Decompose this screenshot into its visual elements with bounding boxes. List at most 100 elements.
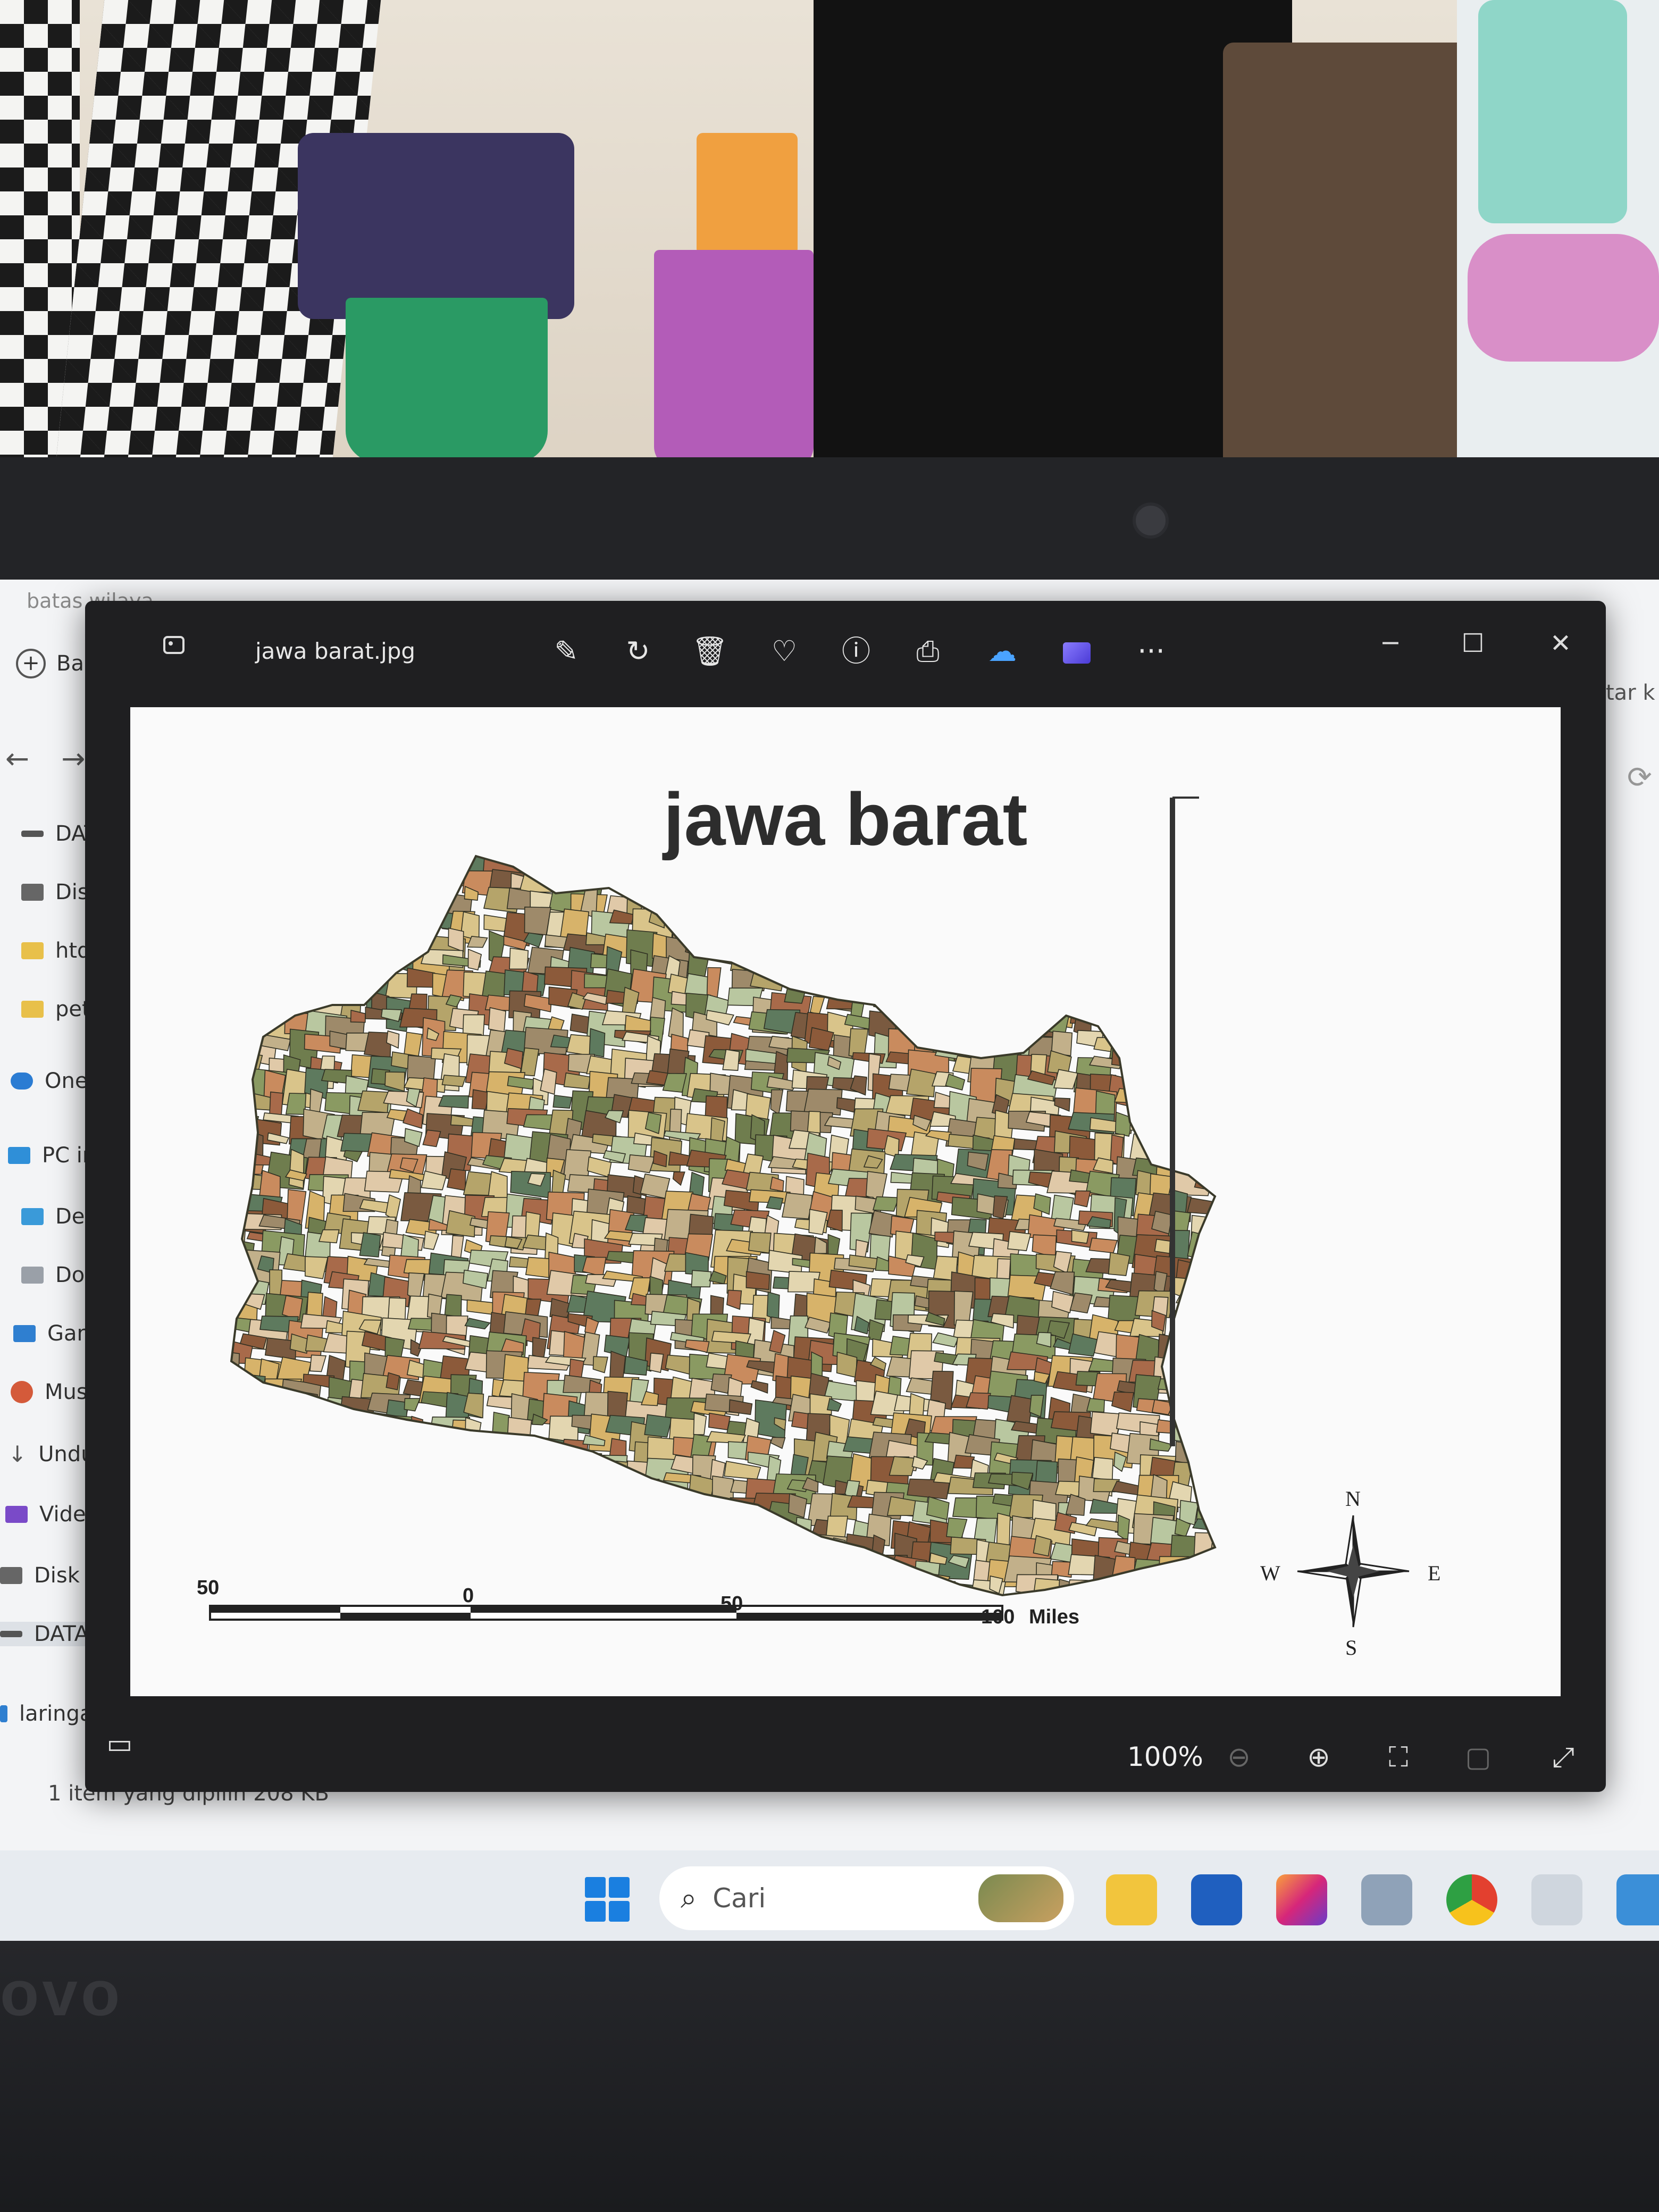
district-parcel [1169, 927, 1212, 958]
district-parcel [528, 1539, 544, 1565]
favorite-icon[interactable]: ♡ [766, 633, 803, 670]
district-parcel [769, 872, 795, 908]
district-parcel [1175, 1397, 1206, 1418]
district-parcel [1052, 988, 1095, 1010]
district-parcel [266, 1561, 290, 1593]
rotate-icon[interactable]: ↻ [619, 633, 657, 670]
district-parcel [1067, 889, 1096, 909]
district-parcel [347, 1478, 366, 1507]
district-parcel [301, 1537, 337, 1562]
actual-size-icon[interactable]: ▢ [1457, 1736, 1499, 1779]
photos-viewer-window: jawa barat.jpg ✎ ↻ 🗑 ♡ ⓘ ⎙ ☁ ··· ─ ☐ ✕ j… [85, 601, 1606, 1792]
more-icon[interactable]: ··· [1133, 633, 1170, 670]
district-parcel [380, 907, 404, 919]
district-parcel [548, 1560, 562, 1583]
district-parcel [746, 907, 783, 922]
district-parcel [542, 874, 582, 890]
address-text-fragment: tar k [1606, 681, 1655, 705]
district-parcel [1189, 1037, 1215, 1056]
keyboard-deck [0, 1941, 1659, 2212]
district-parcel [1149, 875, 1189, 888]
district-parcel [471, 1440, 487, 1459]
scale-label: 50 [720, 1593, 743, 1615]
district-parcel [265, 1415, 304, 1433]
district-parcel [1014, 914, 1039, 946]
district-parcel [429, 1519, 476, 1559]
maximize-button[interactable]: ☐ [1449, 622, 1497, 665]
district-parcel [1219, 1578, 1233, 1599]
district-parcel [824, 1558, 861, 1571]
onedrive-icon[interactable]: ☁ [984, 633, 1021, 670]
district-parcel [770, 1437, 786, 1449]
district-parcel [832, 933, 857, 970]
app-taskbar-icon[interactable] [1361, 1874, 1412, 1925]
district-parcel [346, 1453, 368, 1471]
district-parcel [386, 1372, 400, 1390]
district-parcel [1012, 953, 1041, 986]
zoom-level[interactable]: 100% [1127, 1741, 1203, 1772]
district-parcel [749, 936, 766, 975]
clipchamp-icon[interactable] [1058, 633, 1095, 670]
district-parcel [648, 1516, 666, 1546]
district-parcel [363, 1472, 383, 1497]
district-parcel [1096, 866, 1141, 885]
district-parcel [847, 888, 884, 921]
district-parcel [1219, 1351, 1249, 1384]
district-parcel [1090, 892, 1123, 926]
search-placeholder: Cari [713, 1883, 766, 1914]
district-parcel [828, 1578, 852, 1591]
photos-taskbar-icon[interactable] [1616, 1874, 1659, 1925]
district-parcel [365, 948, 405, 966]
nav-item[interactable]: ↓ Undu [8, 1441, 95, 1467]
edit-image-icon[interactable]: ✎ [548, 633, 585, 670]
nav-item[interactable]: Disk l [0, 1563, 93, 1588]
filmstrip-icon[interactable]: ▭ [98, 1723, 141, 1765]
district-parcel [571, 1535, 599, 1553]
district-parcel [383, 1500, 407, 1540]
district-parcel [1193, 1310, 1215, 1334]
district-parcel [271, 1460, 292, 1489]
search-tool-taskbar-icon[interactable] [1531, 1874, 1582, 1925]
close-button[interactable]: ✕ [1537, 622, 1585, 665]
district-parcel [967, 1014, 984, 1043]
delete-icon[interactable]: 🗑 [691, 633, 728, 670]
print-icon[interactable]: ⎙ [909, 633, 946, 670]
fullscreen-icon[interactable]: ⤢ [1542, 1736, 1585, 1779]
district-parcel [278, 967, 300, 1005]
word-taskbar-icon[interactable] [1191, 1874, 1242, 1925]
instagram-taskbar-icon[interactable] [1276, 1874, 1327, 1925]
district-parcel [1077, 955, 1110, 988]
district-parcel [505, 1492, 526, 1517]
nav-item[interactable]: laringa [0, 1702, 93, 1726]
district-parcel [1150, 1075, 1185, 1113]
district-parcel [710, 931, 737, 953]
district-parcel [282, 948, 305, 961]
district-parcel [1214, 1476, 1215, 1495]
district-parcel [423, 1539, 456, 1579]
refresh-icon[interactable]: ⟳ [1627, 760, 1652, 795]
chrome-taskbar-icon[interactable] [1446, 1874, 1497, 1925]
windows-start-icon[interactable] [585, 1877, 630, 1922]
info-icon[interactable]: ⓘ [837, 633, 875, 670]
file-explorer-taskbar-icon[interactable] [1106, 1874, 1157, 1925]
search-box[interactable]: ⌕ Cari [659, 1866, 1074, 1930]
music-icon [11, 1381, 33, 1403]
district-parcel [1037, 913, 1051, 940]
district-parcel [464, 1318, 491, 1330]
scale-label: 50 [197, 1577, 220, 1599]
district-parcel [231, 1070, 239, 1105]
minimize-button[interactable]: ─ [1367, 622, 1414, 665]
zoom-in-icon[interactable]: ⊕ [1297, 1736, 1340, 1779]
district-parcel [348, 1513, 393, 1531]
district-parcel [544, 1497, 558, 1514]
zoom-out-icon[interactable]: ⊖ [1218, 1736, 1260, 1779]
district-parcel [246, 1413, 282, 1429]
district-parcel [264, 994, 292, 1015]
fit-to-window-icon[interactable]: ⛶ [1377, 1736, 1420, 1779]
district-parcel [261, 1572, 278, 1595]
nav-item-label: DATA [34, 1622, 89, 1646]
district-parcel [848, 1556, 861, 1573]
district-parcel [381, 1440, 414, 1480]
district-parcel [471, 1089, 490, 1110]
district-parcel [691, 872, 736, 903]
